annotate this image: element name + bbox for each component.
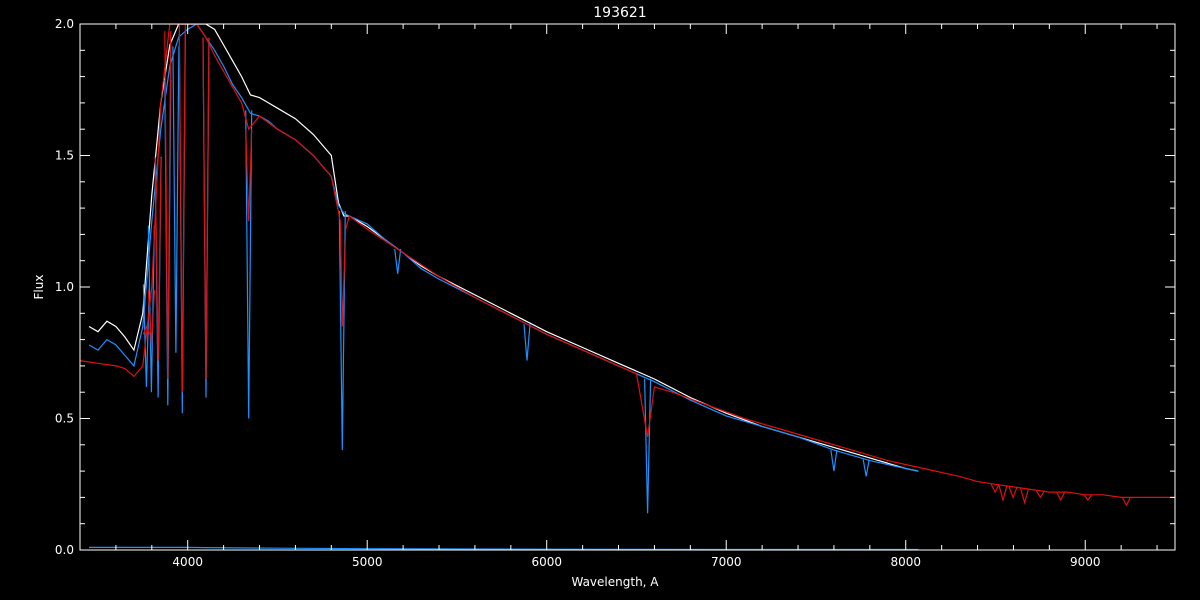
y-axis-label: Flux [32,275,46,300]
x-tick-label: 8000 [890,555,921,569]
y-tick-label: 1.5 [55,149,74,163]
x-tick-label: 9000 [1070,555,1101,569]
y-tick-label: 1.0 [55,280,74,294]
y-tick-label: 2.0 [55,17,74,31]
x-tick-label: 4000 [172,555,203,569]
x-tick-label: 7000 [711,555,742,569]
y-tick-label: 0.0 [55,543,74,557]
x-tick-label: 6000 [531,555,562,569]
spectrum-chart: 4000 5000 6000 7000 8000 9000 0.0 0.5 1.0 1.5 2.0 … [0,0,1200,600]
chart-title: 193621 [593,5,646,21]
y-tick-label: 0.5 [55,412,74,426]
x-axis-label: Wavelength, A [571,575,659,589]
x-tick-label: 5000 [352,555,383,569]
spectrum-plot: 4000 5000 6000 7000 8000 90000.00.51.01.52.0 … [0,0,1200,600]
